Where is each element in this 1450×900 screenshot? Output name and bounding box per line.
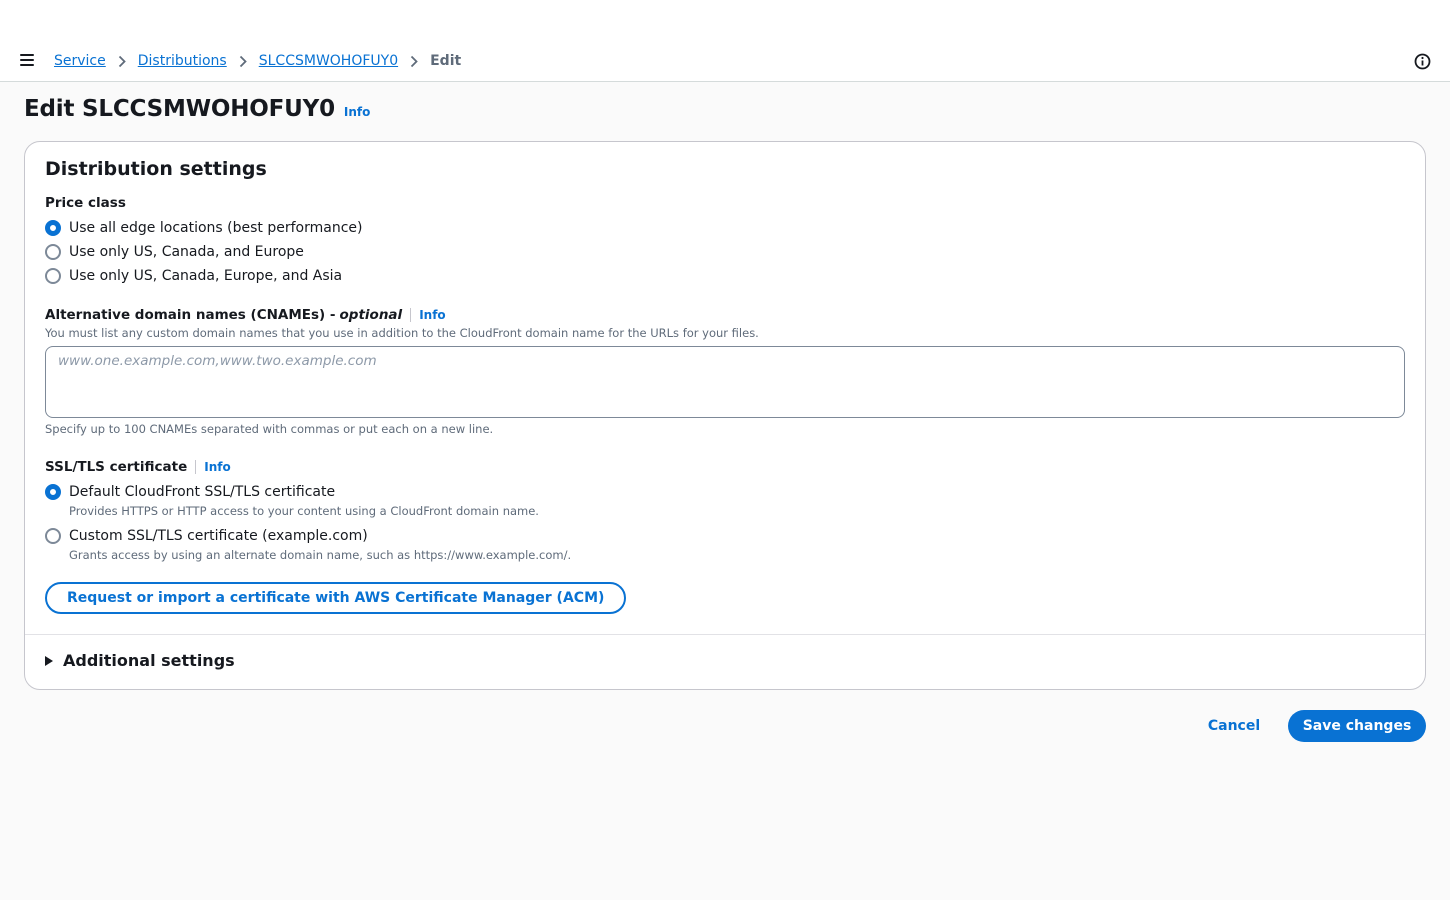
radio-label: Default CloudFront SSL/TLS certificate	[69, 484, 336, 500]
page-header: Edit SLCCSMWOHOFUY0 Info	[24, 96, 370, 126]
price-class-option-us-canada-europe-asia[interactable]: Use only US, Canada, Europe, and Asia	[45, 266, 342, 286]
panel-title: Distribution settings	[45, 158, 267, 180]
chevron-right-icon	[227, 55, 259, 68]
top-navigation-bar: Service Distributions SLCCSMWOHOFUY0 Edi…	[0, 0, 1450, 82]
radio-label: Use all edge locations (best performance…	[69, 220, 363, 236]
cancel-button[interactable]: Cancel	[1196, 710, 1272, 742]
radio-button-checked[interactable]	[45, 484, 61, 500]
request-certificate-button[interactable]: Request or import a certificate with AWS…	[45, 582, 627, 614]
breadcrumb-service[interactable]: Service	[54, 53, 106, 69]
breadcrumb-distribution-id[interactable]: SLCCSMWOHOFUY0	[259, 53, 398, 69]
distribution-settings-panel: Distribution settings Price class Use al…	[24, 141, 1426, 690]
cnames-info-link[interactable]: Info	[419, 308, 445, 322]
price-class-option-us-canada-europe[interactable]: Use only US, Canada, and Europe	[45, 242, 304, 262]
chevron-right-icon	[398, 55, 430, 68]
radio-label: Use only US, Canada, Europe, and Asia	[69, 268, 343, 284]
save-changes-button[interactable]: Save changes	[1288, 710, 1426, 742]
ssl-label-text: SSL/TLS certificate	[45, 459, 188, 475]
ssl-option-default[interactable]: Default CloudFront SSL/TLS certificate P…	[45, 482, 539, 519]
cnames-label: Alternative domain names (CNAMEs) - opti…	[45, 307, 446, 323]
menu-icon[interactable]	[20, 54, 34, 66]
radio-description: Provides HTTPS or HTTP access to your co…	[69, 504, 539, 518]
cnames-description: You must list any custom domain names th…	[45, 326, 759, 340]
additional-settings-expander[interactable]: Additional settings	[45, 651, 235, 670]
chevron-right-icon	[106, 55, 138, 68]
optional-tag: optional	[339, 307, 403, 323]
ssl-option-custom[interactable]: Custom SSL/TLS certificate (example.com)…	[45, 526, 571, 563]
caret-right-icon	[45, 655, 53, 666]
radio-label: Use only US, Canada, and Europe	[69, 244, 304, 260]
radio-description: Grants access by using an alternate doma…	[69, 548, 572, 562]
radio-button[interactable]	[45, 528, 61, 544]
additional-settings-label: Additional settings	[63, 651, 235, 670]
info-circle-icon[interactable]	[1414, 53, 1431, 70]
price-class-label: Price class	[45, 195, 126, 211]
breadcrumb-current: Edit	[430, 53, 462, 69]
page-title: Edit SLCCSMWOHOFUY0	[24, 96, 335, 122]
divider	[25, 634, 1425, 635]
divider	[410, 308, 412, 322]
cnames-hint: Specify up to 100 CNAMEs separated with …	[45, 422, 494, 436]
divider	[195, 460, 197, 474]
ssl-certificate-label: SSL/TLS certificate Info	[45, 459, 231, 475]
price-class-option-all[interactable]: Use all edge locations (best performance…	[45, 218, 362, 238]
price-class-label-text: Price class	[45, 195, 126, 211]
radio-label: Custom SSL/TLS certificate (example.com)	[69, 528, 368, 544]
cnames-label-text: Alternative domain names (CNAMEs) -	[45, 307, 336, 323]
radio-button[interactable]	[45, 268, 61, 284]
breadcrumb-distributions[interactable]: Distributions	[138, 53, 227, 69]
cnames-textarea[interactable]	[45, 346, 1405, 418]
ssl-info-link[interactable]: Info	[204, 460, 230, 474]
page-info-link[interactable]: Info	[344, 105, 370, 119]
breadcrumb: Service Distributions SLCCSMWOHOFUY0 Edi…	[54, 50, 461, 72]
radio-button[interactable]	[45, 244, 61, 260]
radio-button-checked[interactable]	[45, 220, 61, 236]
